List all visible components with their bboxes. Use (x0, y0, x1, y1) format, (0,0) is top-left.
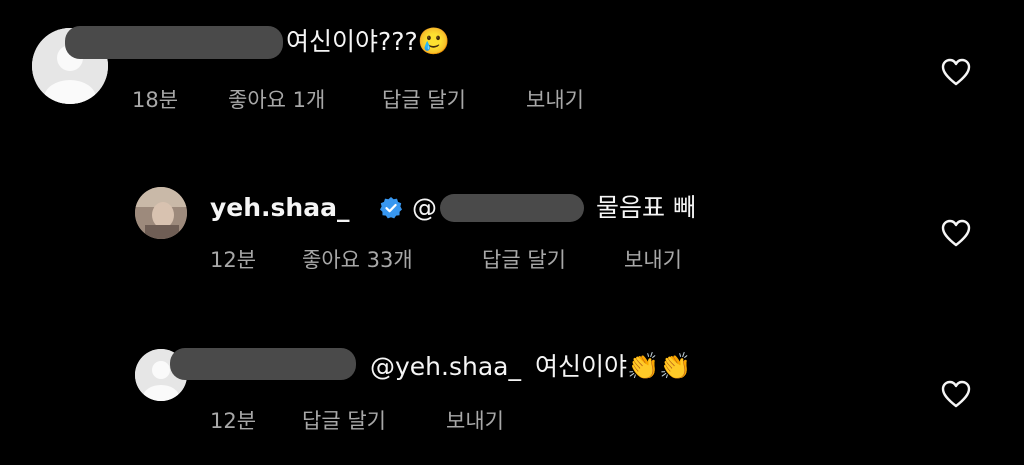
heart-icon[interactable] (941, 380, 971, 408)
timestamp: 12분 (210, 248, 257, 272)
clapping-emoji: 👏👏 (626, 352, 692, 382)
likes-count[interactable]: 좋아요 33개 (302, 246, 413, 274)
mention-prefix: @ (412, 192, 437, 224)
verified-badge-icon (380, 197, 402, 219)
timestamp: 12분 (210, 409, 257, 433)
mention-link[interactable]: @yeh.shaa_ (370, 352, 521, 381)
username[interactable]: yeh.shaa_ (210, 193, 349, 222)
profile-photo-icon (135, 187, 187, 239)
comment-text: @yeh.shaa_ 여신이야👏👏 (370, 351, 692, 383)
emoji: 🥲 (417, 27, 451, 57)
redacted-username (170, 348, 356, 380)
comment-text: yeh.shaa_ (210, 192, 349, 224)
likes-count[interactable]: 좋아요 1개 (228, 86, 325, 114)
timestamp: 18분 (132, 88, 179, 112)
redacted-mention (440, 194, 584, 222)
send-button[interactable]: 보내기 (446, 407, 504, 435)
reply-button[interactable]: 답글 달기 (382, 86, 466, 114)
avatar[interactable] (135, 187, 187, 239)
comment-body-wrap: 물음표 빼 (596, 192, 696, 224)
comment-text: 여신이야???🥲 (286, 26, 450, 58)
comment-body: 여신이야 (534, 352, 627, 381)
comment-body: 물음표 빼 (596, 193, 696, 222)
redacted-username (65, 26, 283, 59)
comment-body: 여신이야??? (286, 27, 418, 56)
heart-icon[interactable] (941, 219, 971, 247)
reply-button[interactable]: 답글 달기 (302, 407, 386, 435)
send-button[interactable]: 보내기 (526, 86, 584, 114)
heart-icon[interactable] (941, 58, 971, 86)
send-button[interactable]: 보내기 (624, 246, 682, 274)
reply-button[interactable]: 답글 달기 (482, 246, 566, 274)
mention-at[interactable]: @ (412, 193, 437, 222)
